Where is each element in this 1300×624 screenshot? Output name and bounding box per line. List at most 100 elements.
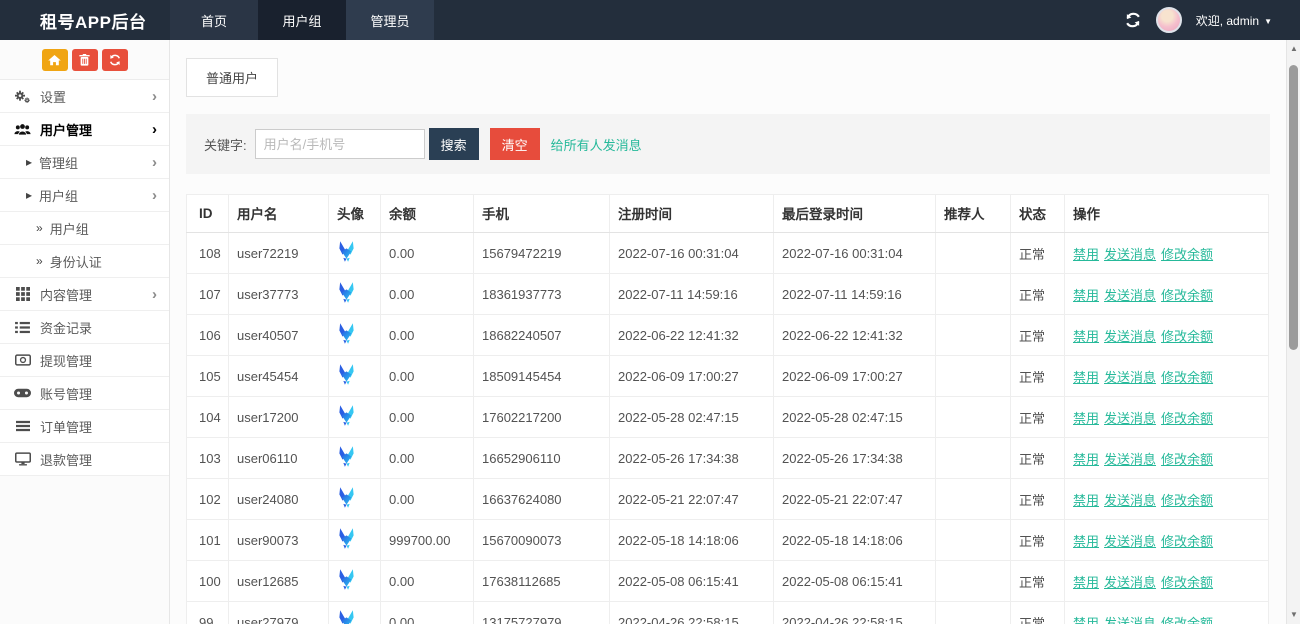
disable-user-link[interactable]: 禁用: [1073, 247, 1099, 262]
cell-balance: 0.00: [381, 274, 474, 315]
welcome-menu[interactable]: 欢迎, admin ▼: [1196, 12, 1272, 29]
cell-id: 103: [187, 438, 229, 479]
sidebar-item-fund-records[interactable]: 资金记录: [0, 311, 169, 344]
refresh-icon[interactable]: [1124, 11, 1142, 29]
cell-registered: 2022-05-08 06:15:41: [610, 561, 774, 602]
send-message-link[interactable]: 发送消息: [1104, 370, 1156, 385]
disable-user-link[interactable]: 禁用: [1073, 616, 1099, 624]
admin-avatar[interactable]: [1156, 7, 1182, 33]
cell-referrer: [936, 274, 1011, 315]
cell-actions: 禁用发送消息修改余额: [1065, 356, 1269, 397]
sidebar-item-content-management[interactable]: 内容管理 ›: [0, 278, 169, 311]
modify-balance-link[interactable]: 修改余额: [1161, 370, 1213, 385]
send-message-link[interactable]: 发送消息: [1104, 616, 1156, 624]
disable-user-link[interactable]: 禁用: [1073, 288, 1099, 303]
cell-username: user12685: [229, 561, 329, 602]
cell-avatar: [329, 520, 381, 561]
cell-referrer: [936, 602, 1011, 624]
disable-user-link[interactable]: 禁用: [1073, 329, 1099, 344]
home-button[interactable]: [42, 49, 68, 71]
cell-registered: 2022-05-26 17:34:38: [610, 438, 774, 479]
status-badge: 正常: [1011, 356, 1065, 397]
sidebar-subitem-identity-verification[interactable]: » 身份认证: [0, 245, 169, 278]
cell-username: user40507: [229, 315, 329, 356]
scroll-up-icon[interactable]: ▲: [1287, 42, 1300, 56]
recycle-button[interactable]: [102, 49, 128, 71]
send-message-link[interactable]: 发送消息: [1104, 411, 1156, 426]
sidebar-item-account-management[interactable]: 账号管理: [0, 377, 169, 410]
sidebar-item-admin-group[interactable]: ▸ 管理组 ›: [0, 146, 169, 179]
broadcast-message-link[interactable]: 给所有人发消息: [551, 135, 642, 154]
scrollbar-thumb[interactable]: [1289, 65, 1298, 350]
modify-balance-link[interactable]: 修改余额: [1161, 247, 1213, 262]
cell-referrer: [936, 233, 1011, 274]
vertical-scrollbar[interactable]: ▲ ▼: [1286, 40, 1300, 624]
sidebar-item-label: 订单管理: [40, 417, 92, 436]
status-badge: 正常: [1011, 397, 1065, 438]
column-header-actions: 操作: [1065, 195, 1269, 233]
chevron-right-icon: ›: [152, 88, 157, 105]
disable-user-link[interactable]: 禁用: [1073, 534, 1099, 549]
cell-phone: 18361937773: [474, 274, 610, 315]
modify-balance-link[interactable]: 修改余额: [1161, 288, 1213, 303]
column-header-last-login: 最后登录时间: [774, 195, 936, 233]
sidebar-item-withdrawal-management[interactable]: 提现管理: [0, 344, 169, 377]
status-badge: 正常: [1011, 438, 1065, 479]
send-message-link[interactable]: 发送消息: [1104, 575, 1156, 590]
table-row: 99 user27979 0.00 13175727979 2022-04-26…: [187, 602, 1269, 624]
modify-balance-link[interactable]: 修改余额: [1161, 616, 1213, 624]
disable-user-link[interactable]: 禁用: [1073, 411, 1099, 426]
cell-id: 99: [187, 602, 229, 624]
sidebar-toolbar: [0, 40, 169, 80]
cell-last-login: 2022-04-26 22:58:15: [774, 602, 936, 624]
modify-balance-link[interactable]: 修改余额: [1161, 452, 1213, 467]
scroll-down-icon[interactable]: ▼: [1287, 608, 1300, 622]
clear-button[interactable]: 清空: [490, 128, 540, 160]
sidebar-item-settings[interactable]: 设置 ›: [0, 80, 169, 113]
bunny-avatar-icon: [337, 569, 356, 590]
send-message-link[interactable]: 发送消息: [1104, 288, 1156, 303]
cell-phone: 15670090073: [474, 520, 610, 561]
send-message-link[interactable]: 发送消息: [1104, 329, 1156, 344]
status-badge: 正常: [1011, 274, 1065, 315]
disable-user-link[interactable]: 禁用: [1073, 452, 1099, 467]
disable-user-link[interactable]: 禁用: [1073, 370, 1099, 385]
table-row: 100 user12685 0.00 17638112685 2022-05-0…: [187, 561, 1269, 602]
cell-last-login: 2022-05-08 06:15:41: [774, 561, 936, 602]
sidebar-subitem-user-group[interactable]: » 用户组: [0, 212, 169, 245]
guillemet-icon: »: [36, 254, 43, 268]
cell-actions: 禁用发送消息修改余额: [1065, 315, 1269, 356]
modify-balance-link[interactable]: 修改余额: [1161, 329, 1213, 344]
sidebar-item-order-management[interactable]: 订单管理: [0, 410, 169, 443]
cell-balance: 0.00: [381, 438, 474, 479]
status-badge: 正常: [1011, 479, 1065, 520]
sidebar-item-user-group[interactable]: ▸ 用户组 ›: [0, 179, 169, 212]
search-input[interactable]: [255, 129, 425, 159]
cell-last-login: 2022-06-09 17:00:27: [774, 356, 936, 397]
send-message-link[interactable]: 发送消息: [1104, 534, 1156, 549]
search-button[interactable]: 搜索: [429, 128, 479, 160]
tab-regular-users[interactable]: 普通用户: [186, 58, 278, 97]
nav-tab-admin[interactable]: 管理员: [346, 0, 434, 40]
modify-balance-link[interactable]: 修改余额: [1161, 534, 1213, 549]
send-message-link[interactable]: 发送消息: [1104, 493, 1156, 508]
sidebar-item-refund-management[interactable]: 退款管理: [0, 443, 169, 476]
cell-last-login: 2022-05-21 22:07:47: [774, 479, 936, 520]
send-message-link[interactable]: 发送消息: [1104, 452, 1156, 467]
sidebar-item-user-management[interactable]: 用户管理 ›: [0, 113, 169, 146]
nav-tab-home[interactable]: 首页: [170, 0, 258, 40]
cell-username: user37773: [229, 274, 329, 315]
main-content: 普通用户 关键字: 搜索 清空 给所有人发消息 ID 用户名 头像 余额 手机 …: [170, 40, 1286, 624]
send-message-link[interactable]: 发送消息: [1104, 247, 1156, 262]
modify-balance-link[interactable]: 修改余额: [1161, 411, 1213, 426]
cell-actions: 禁用发送消息修改余额: [1065, 561, 1269, 602]
modify-balance-link[interactable]: 修改余额: [1161, 493, 1213, 508]
disable-user-link[interactable]: 禁用: [1073, 575, 1099, 590]
column-header-id: ID: [187, 195, 229, 233]
bunny-avatar-icon: [337, 528, 356, 549]
modify-balance-link[interactable]: 修改余额: [1161, 575, 1213, 590]
disable-user-link[interactable]: 禁用: [1073, 493, 1099, 508]
trash-button[interactable]: [72, 49, 98, 71]
cell-username: user45454: [229, 356, 329, 397]
nav-tab-user-group[interactable]: 用户组: [258, 0, 346, 40]
